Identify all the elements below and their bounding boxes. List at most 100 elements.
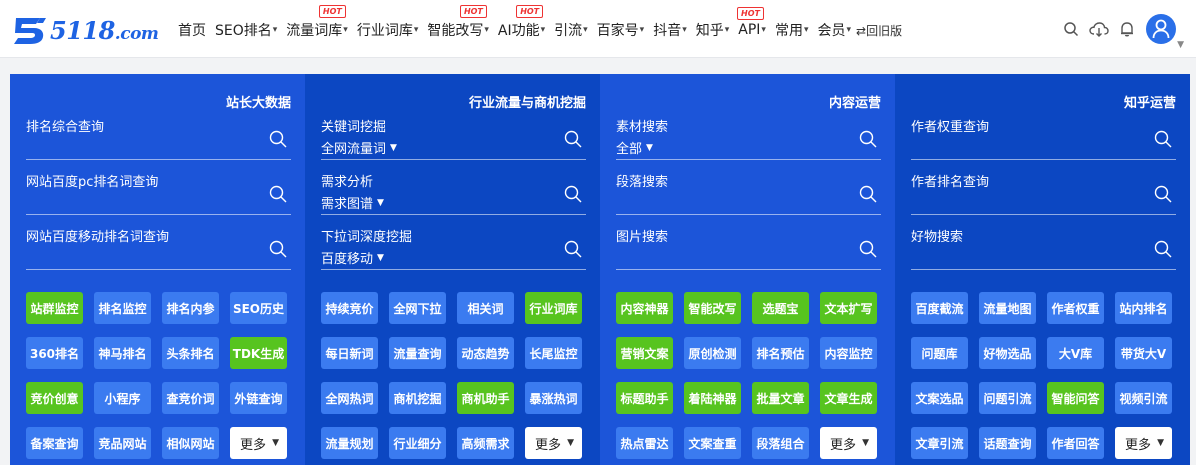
tool-button[interactable]: 带货大V [1115,337,1172,369]
tool-button[interactable]: 批量文章 [752,382,809,414]
tool-button[interactable]: 竞品网站 [94,427,151,459]
tool-button[interactable]: 段落组合 [752,427,809,459]
more-dropdown[interactable]: 更多 ▼ [525,427,582,459]
search-field[interactable]: 网站百度移动排名词查询 [26,226,291,270]
tool-button[interactable]: 作者回答 [1047,427,1104,459]
tool-button[interactable]: SEO历史 [230,292,287,324]
old-version-link[interactable]: ⇄回旧版 [856,22,902,39]
tool-button[interactable]: 百度截流 [911,292,968,324]
tool-button[interactable]: 大V库 [1047,337,1104,369]
nav-item[interactable]: 会员 ▾ [817,20,851,40]
nav-item[interactable]: 智能改写 ▾ HOT [427,5,489,40]
search-field[interactable]: 好物搜索 [911,226,1176,270]
tool-button[interactable]: 问题引流 [979,382,1036,414]
nav-item[interactable]: 行业词库 ▾ [357,20,419,40]
nav-item[interactable]: 常用 ▾ [775,20,809,40]
more-dropdown[interactable]: 更多 ▼ [1115,427,1172,459]
search-icon[interactable] [859,240,877,258]
nav-item[interactable]: 首页 [178,20,206,40]
search-icon[interactable] [564,130,582,148]
search-field[interactable]: 下拉词深度挖掘 百度移动 ▼ [321,226,586,270]
tool-button[interactable]: 全网下拉 [389,292,446,324]
tool-button[interactable]: 站群监控 [26,292,83,324]
scope-select[interactable]: 全部 ▼ [616,138,653,157]
search-field[interactable]: 作者权重查询 [911,116,1176,160]
search-field[interactable]: 段落搜索 [616,171,881,215]
tool-button[interactable]: 外链查询 [230,382,287,414]
tool-button[interactable]: 流量地图 [979,292,1036,324]
cloud-download-icon[interactable] [1088,18,1110,40]
tool-button[interactable]: 流量规划 [321,427,378,459]
search-icon[interactable] [1154,185,1172,203]
tool-button[interactable]: 行业词库 [525,292,582,324]
user-avatar-icon[interactable]: ▼ [1146,14,1184,50]
tool-button[interactable]: 暴涨热词 [525,382,582,414]
nav-item[interactable]: 流量词库 ▾ HOT [286,5,348,40]
tool-button[interactable]: 智能改写 [684,292,741,324]
tool-button[interactable]: 商机挖掘 [389,382,446,414]
search-icon[interactable] [859,130,877,148]
tool-button[interactable]: TDK生成 [230,337,287,369]
nav-item[interactable]: API ▾ HOT [737,7,766,38]
tool-button[interactable]: 营销文案 [616,337,673,369]
nav-item[interactable]: 知乎 ▾ [696,20,730,40]
tool-button[interactable]: 商机助手 [457,382,514,414]
search-field[interactable]: 关键词挖掘 全网流量词 ▼ [321,116,586,160]
tool-button[interactable]: 热点雷达 [616,427,673,459]
nav-item[interactable]: AI功能 ▾ HOT [498,5,545,40]
tool-button[interactable]: 竞价创意 [26,382,83,414]
search-icon[interactable] [269,130,287,148]
search-icon[interactable] [1154,240,1172,258]
search-icon[interactable] [564,240,582,258]
tool-button[interactable]: 原创检测 [684,337,741,369]
tool-button[interactable]: 持续竞价 [321,292,378,324]
more-dropdown[interactable]: 更多 ▼ [230,427,287,459]
scope-select[interactable]: 全网流量词 ▼ [321,138,397,157]
tool-button[interactable]: 小程序 [94,382,151,414]
tool-button[interactable]: 头条排名 [162,337,219,369]
tool-button[interactable]: 高频需求 [457,427,514,459]
search-field[interactable]: 排名综合查询 [26,116,291,160]
search-field[interactable]: 需求分析 需求图谱 ▼ [321,171,586,215]
tool-button[interactable]: 文本扩写 [820,292,877,324]
tool-button[interactable]: 文案查重 [684,427,741,459]
tool-button[interactable]: 标题助手 [616,382,673,414]
tool-button[interactable]: 文案选品 [911,382,968,414]
tool-button[interactable]: 智能问答 [1047,382,1104,414]
tool-button[interactable]: 相似网站 [162,427,219,459]
site-logo[interactable]: 5118.com [10,13,159,47]
tool-button[interactable]: 好物选品 [979,337,1036,369]
tool-button[interactable]: 站内排名 [1115,292,1172,324]
tool-button[interactable]: 排名预估 [752,337,809,369]
search-field[interactable]: 作者排名查询 [911,171,1176,215]
bell-icon[interactable] [1116,18,1138,40]
search-icon[interactable] [564,185,582,203]
search-icon[interactable] [269,240,287,258]
scope-select[interactable]: 百度移动 ▼ [321,248,384,267]
tool-button[interactable]: 问题库 [911,337,968,369]
tool-button[interactable]: 流量查询 [389,337,446,369]
tool-button[interactable]: 着陆神器 [684,382,741,414]
scope-select[interactable]: 需求图谱 ▼ [321,193,384,212]
tool-button[interactable]: 长尾监控 [525,337,582,369]
tool-button[interactable]: 作者权重 [1047,292,1104,324]
tool-button[interactable]: 排名监控 [94,292,151,324]
search-icon[interactable] [269,185,287,203]
tool-button[interactable]: 360排名 [26,337,83,369]
search-icon[interactable] [859,185,877,203]
tool-button[interactable]: 文章生成 [820,382,877,414]
tool-button[interactable]: 选题宝 [752,292,809,324]
search-field[interactable]: 图片搜索 [616,226,881,270]
tool-button[interactable]: 内容神器 [616,292,673,324]
tool-button[interactable]: 动态趋势 [457,337,514,369]
tool-button[interactable]: 全网热词 [321,382,378,414]
search-field[interactable]: 素材搜索 全部 ▼ [616,116,881,160]
tool-button[interactable]: 备案查询 [26,427,83,459]
nav-item[interactable]: 百家号 ▾ [597,20,645,40]
tool-button[interactable]: 神马排名 [94,337,151,369]
nav-item[interactable]: 抖音 ▾ [653,20,687,40]
search-icon[interactable] [1154,130,1172,148]
tool-button[interactable]: 每日新词 [321,337,378,369]
tool-button[interactable]: 话题查询 [979,427,1036,459]
tool-button[interactable]: 排名内参 [162,292,219,324]
